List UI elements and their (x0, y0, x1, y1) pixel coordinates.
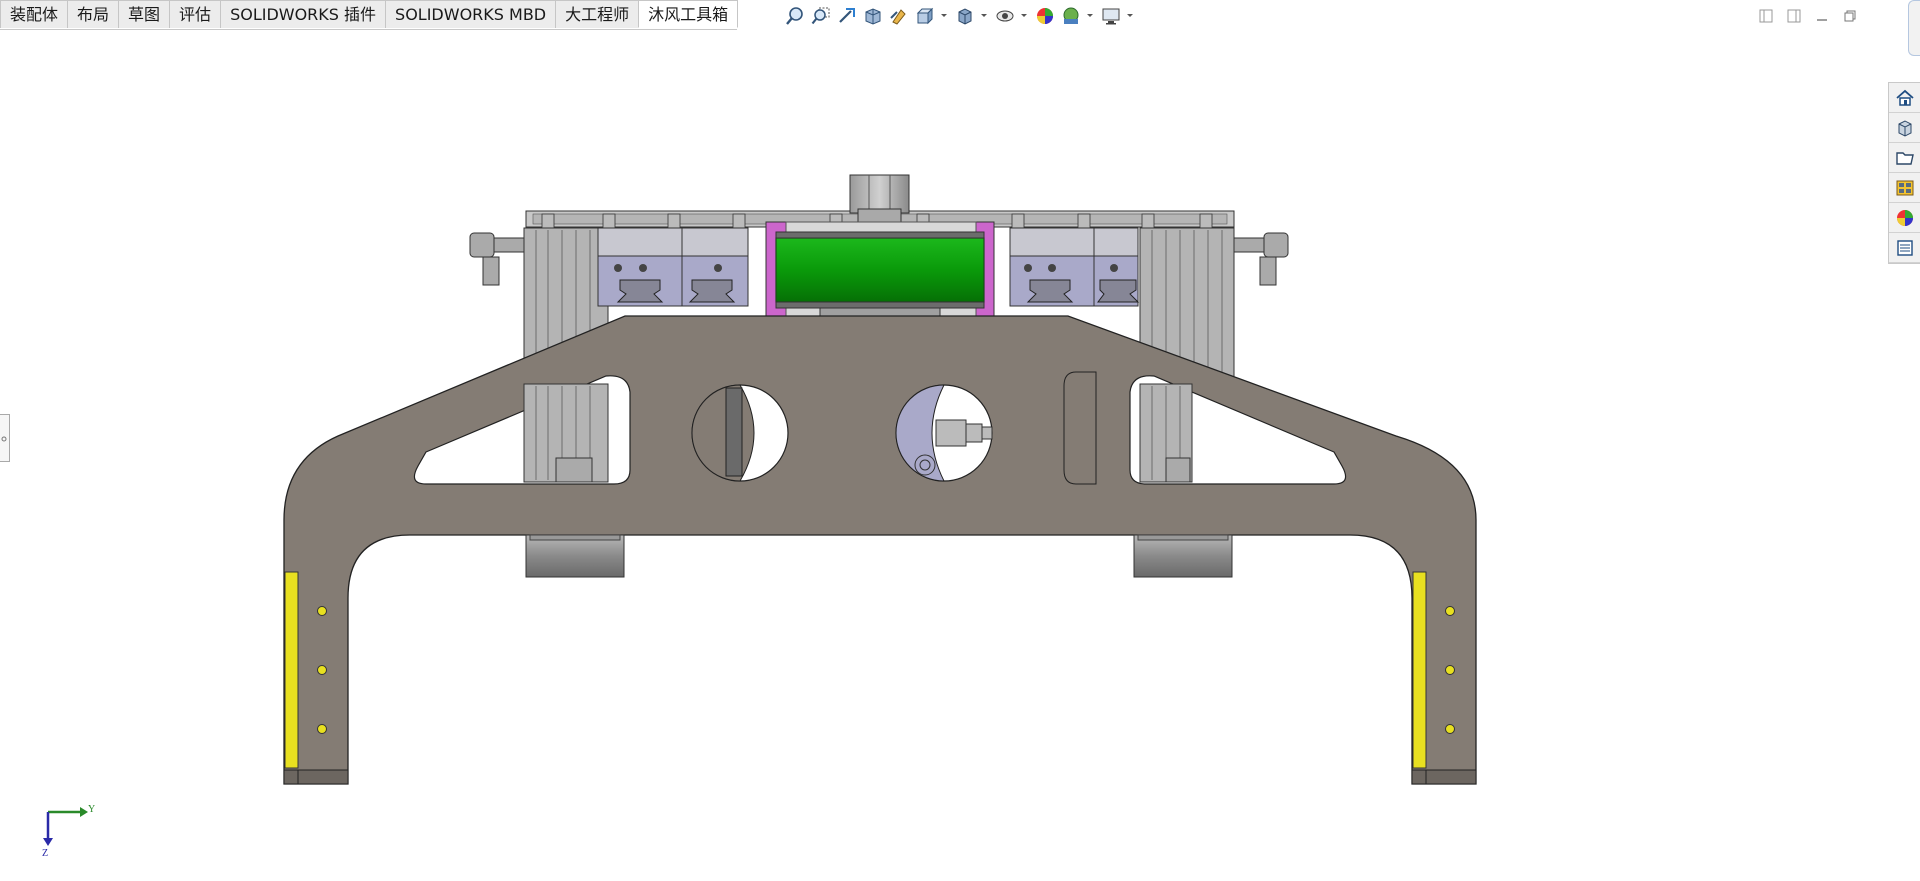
tab-evaluate[interactable]: 评估 (169, 0, 222, 28)
minimize-icon[interactable] (1812, 6, 1832, 26)
hide-show-items-icon[interactable] (994, 5, 1016, 27)
apply-scene-dropdown-icon[interactable] (1086, 5, 1094, 27)
z-axis-label: Z (42, 848, 48, 859)
tab-sketch[interactable]: 草图 (118, 0, 171, 28)
tab-solidworks-mbd[interactable]: SOLIDWORKS MBD (385, 0, 557, 28)
y-axis-arrow-icon (80, 807, 88, 817)
graphics-area[interactable] (0, 30, 1880, 881)
tab-mufeng-toolbox[interactable]: 沐风工具箱 (638, 0, 739, 28)
document-window-controls (1756, 6, 1860, 26)
restore-icon[interactable] (1840, 6, 1860, 26)
apply-scene-icon[interactable] (1060, 5, 1082, 27)
file-explorer-icon[interactable] (1889, 143, 1920, 173)
graphics-area-scroll-handle[interactable] (1908, 0, 1920, 56)
heads-up-view-toolbar (784, 4, 1140, 28)
tile-right-icon[interactable] (1784, 6, 1804, 26)
hide-show-dropdown-icon[interactable] (1020, 5, 1028, 27)
task-pane-tabs (1888, 82, 1920, 264)
tab-big-engineer[interactable]: 大工程师 (555, 0, 640, 28)
view-orientation-icon[interactable] (914, 5, 936, 27)
gripper-frame (283, 315, 1477, 785)
zoom-to-fit-icon[interactable] (784, 5, 806, 27)
tab-assembly[interactable]: 装配体 (0, 0, 69, 28)
dynamic-annotation-icon[interactable] (888, 5, 910, 27)
home-icon[interactable] (1889, 83, 1920, 113)
custom-properties-icon[interactable] (1889, 233, 1920, 263)
z-axis-arrow-icon (43, 838, 53, 846)
display-style-dropdown-icon[interactable] (980, 5, 988, 27)
tab-layout[interactable]: 布局 (67, 0, 120, 28)
reference-triad: Y Z (42, 804, 95, 859)
command-manager-tabs: 装配体 布局 草图 评估 SOLIDWORKS 插件 SOLIDWORKS MB… (0, 0, 739, 30)
previous-view-icon[interactable] (836, 5, 858, 27)
view-settings-dropdown-icon[interactable] (1126, 5, 1134, 27)
display-style-icon[interactable] (954, 5, 976, 27)
design-library-icon[interactable] (1889, 113, 1920, 143)
zoom-to-area-icon[interactable] (810, 5, 832, 27)
rollers (525, 534, 1233, 578)
section-view-icon[interactable] (862, 5, 884, 27)
tab-solidworks-addins[interactable]: SOLIDWORKS 插件 (220, 0, 387, 28)
y-axis-label: Y (88, 804, 95, 815)
appearances-icon[interactable] (1889, 203, 1920, 233)
edit-appearance-icon[interactable] (1034, 5, 1056, 27)
view-settings-icon[interactable] (1100, 5, 1122, 27)
tile-left-icon[interactable] (1756, 6, 1776, 26)
view-palette-icon[interactable] (1889, 173, 1920, 203)
view-orientation-dropdown-icon[interactable] (940, 5, 948, 27)
